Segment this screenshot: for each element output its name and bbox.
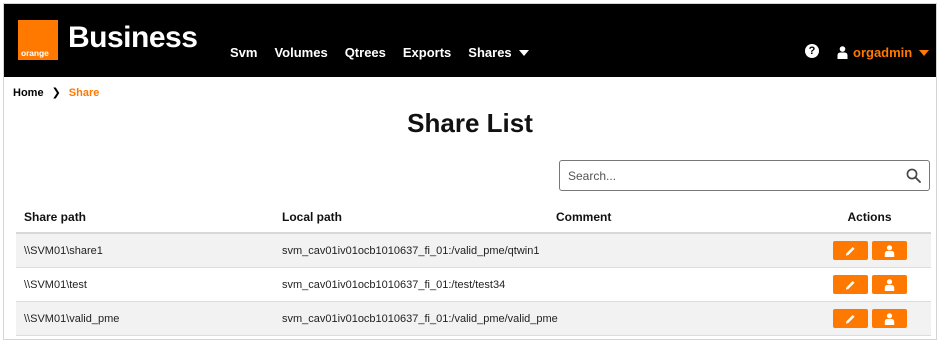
nav-item-qtrees[interactable]: Qtrees <box>345 45 386 60</box>
top-navbar: orange Business Svm Volumes Qtrees Expor… <box>4 4 936 77</box>
edit-button[interactable] <box>832 275 868 294</box>
nav-item-shares-label: Shares <box>468 45 512 60</box>
cell-local-path: svm_cav01iv01ocb1010637_fi_01:/valid_pme… <box>282 244 540 257</box>
cell-actions <box>808 309 931 328</box>
breadcrumb-home[interactable]: Home <box>13 87 44 99</box>
header-local-path: Local path <box>282 210 343 224</box>
cell-actions <box>808 275 931 294</box>
user-icon <box>884 312 894 325</box>
logo-text: orange <box>21 48 49 58</box>
search-icon[interactable] <box>906 168 921 183</box>
pencil-icon <box>845 246 855 256</box>
user-permissions-button[interactable] <box>871 241 907 260</box>
cell-local-path: svm_cav01iv01ocb1010637_fi_01:/valid_pme… <box>282 312 558 325</box>
header-actions: Actions <box>847 210 892 224</box>
edit-button[interactable] <box>832 241 868 260</box>
user-icon <box>884 244 894 257</box>
cell-share-path: \\SVM01\share1 <box>24 244 103 257</box>
header-comment: Comment <box>556 210 612 224</box>
nav-item-svm[interactable]: Svm <box>230 45 257 60</box>
chevron-down-icon <box>518 49 529 56</box>
table-row: \\SVM01\share1 svm_cav01iv01ocb1010637_f… <box>16 234 931 268</box>
app-window: orange Business Svm Volumes Qtrees Expor… <box>3 3 937 340</box>
nav-item-exports[interactable]: Exports <box>403 45 451 60</box>
search-box <box>559 160 930 191</box>
main-nav: Svm Volumes Qtrees Exports Shares <box>230 45 546 60</box>
user-menu[interactable]: orgadmin <box>837 45 930 60</box>
user-permissions-button[interactable] <box>871 275 907 294</box>
user-icon <box>884 278 894 291</box>
pencil-icon <box>845 314 855 324</box>
header-share-path: Share path <box>24 210 87 224</box>
cell-local-path: svm_cav01iv01ocb1010637_fi_01:/test/test… <box>282 278 506 291</box>
pencil-icon <box>845 280 855 290</box>
cell-share-path: \\SVM01\valid_pme <box>24 312 120 325</box>
nav-item-shares[interactable]: Shares <box>468 45 529 60</box>
chevron-right-icon: ❯ <box>51 87 61 99</box>
cell-actions <box>808 241 931 260</box>
cell-share-path: \\SVM01\test <box>24 278 87 291</box>
user-permissions-button[interactable] <box>871 309 907 328</box>
table-header: Share path Local path Comment Actions <box>16 202 931 234</box>
page-title: Share List <box>407 108 533 138</box>
breadcrumb-current: Share <box>68 86 100 99</box>
chevron-down-icon <box>919 49 930 56</box>
user-name: orgadmin <box>853 45 913 60</box>
user-icon <box>837 46 848 59</box>
edit-button[interactable] <box>832 309 868 328</box>
nav-item-volumes[interactable]: Volumes <box>274 45 327 60</box>
table-row: \\SVM01\test svm_cav01iv01ocb1010637_fi_… <box>16 268 931 302</box>
search-input[interactable] <box>568 161 898 190</box>
breadcrumb: Home ❯ Share <box>13 86 100 100</box>
table-row: \\SVM01\valid_pme svm_cav01iv01ocb101063… <box>16 302 931 336</box>
brand-title: Business <box>68 21 198 54</box>
share-table: Share path Local path Comment Actions \\… <box>16 202 931 336</box>
orange-logo[interactable]: orange <box>18 20 58 60</box>
question-circle-icon[interactable]: ? <box>805 44 819 58</box>
